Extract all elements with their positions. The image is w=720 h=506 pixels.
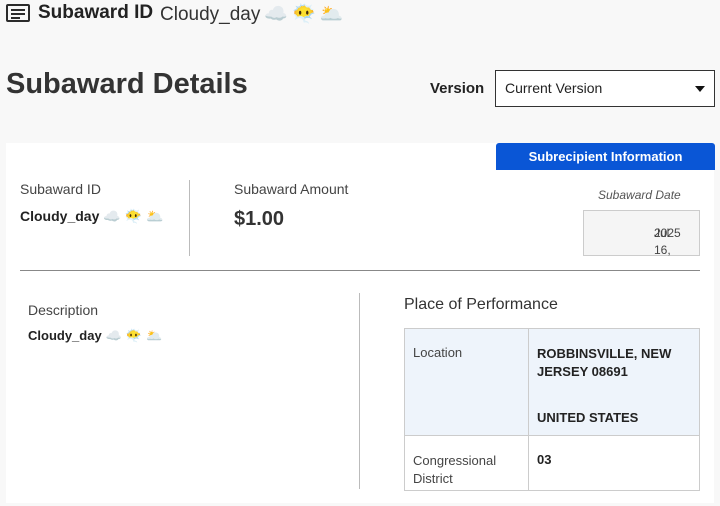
- place-of-performance-title: Place of Performance: [404, 296, 558, 313]
- description-value: Cloudy_day ☁️ 😶‍🌫️ 🌥️: [28, 328, 163, 343]
- cloud-emoji-icon: ☁️: [103, 208, 121, 224]
- location-value: ROBBINSVILLE, NEW JERSEY 08691 UNITED ST…: [528, 328, 700, 436]
- congressional-district-key: Congressional District: [404, 435, 529, 491]
- section-divider: [20, 270, 700, 271]
- sun-behind-cloud-emoji-icon: 🌥️: [146, 328, 163, 343]
- sun-behind-cloud-emoji-icon: 🌥️: [146, 208, 164, 224]
- version-label: Version: [430, 80, 485, 97]
- subaward-id-value: Cloudy_day ☁️ 😶‍🌫️ 🌥️: [20, 208, 164, 224]
- cloud-emoji-icon: ☁️: [105, 328, 122, 343]
- table-row: Location ROBBINSVILLE, NEW JERSEY 08691 …: [404, 328, 700, 436]
- chevron-down-icon: [695, 86, 705, 92]
- header-label: Subaward ID: [38, 2, 154, 23]
- subaward-amount-value: $1.00: [234, 208, 285, 230]
- cloud-emoji-icon: ☁️: [264, 4, 289, 25]
- version-dropdown[interactable]: Current Version: [495, 70, 715, 107]
- page-title: Subaward Details: [6, 68, 248, 100]
- description-label: Description: [28, 302, 99, 318]
- tab-subrecipient-information[interactable]: Subrecipient Information: [496, 143, 715, 170]
- divider: [189, 180, 190, 256]
- document-icon: [6, 4, 30, 22]
- column-divider: [359, 293, 360, 489]
- subaward-amount-label: Subaward Amount: [234, 181, 349, 197]
- subaward-date-box: Jul 16, 2025: [583, 210, 700, 257]
- subaward-id-label: Subaward ID: [20, 181, 101, 197]
- fog-face-emoji-icon: 😶‍🌫️: [292, 4, 316, 25]
- header-value: Cloudy_day ☁️ 😶‍🌫️ 🌥️: [160, 4, 344, 25]
- place-of-performance-table: Location ROBBINSVILLE, NEW JERSEY 08691 …: [404, 328, 700, 491]
- sun-behind-cloud-emoji-icon: 🌥️: [319, 4, 344, 25]
- fog-face-emoji-icon: 😶‍🌫️: [124, 208, 143, 224]
- top-bar: Subaward ID Cloudy_day ☁️ 😶‍🌫️ 🌥️: [0, 0, 720, 30]
- congressional-district-value: 03: [528, 435, 700, 491]
- version-selected-value: Current Version: [505, 80, 603, 96]
- location-key: Location: [404, 328, 529, 436]
- table-row: Congressional District 03: [404, 435, 700, 491]
- fog-face-emoji-icon: 😶‍🌫️: [125, 328, 143, 343]
- subaward-date-label: Subaward Date: [598, 188, 681, 202]
